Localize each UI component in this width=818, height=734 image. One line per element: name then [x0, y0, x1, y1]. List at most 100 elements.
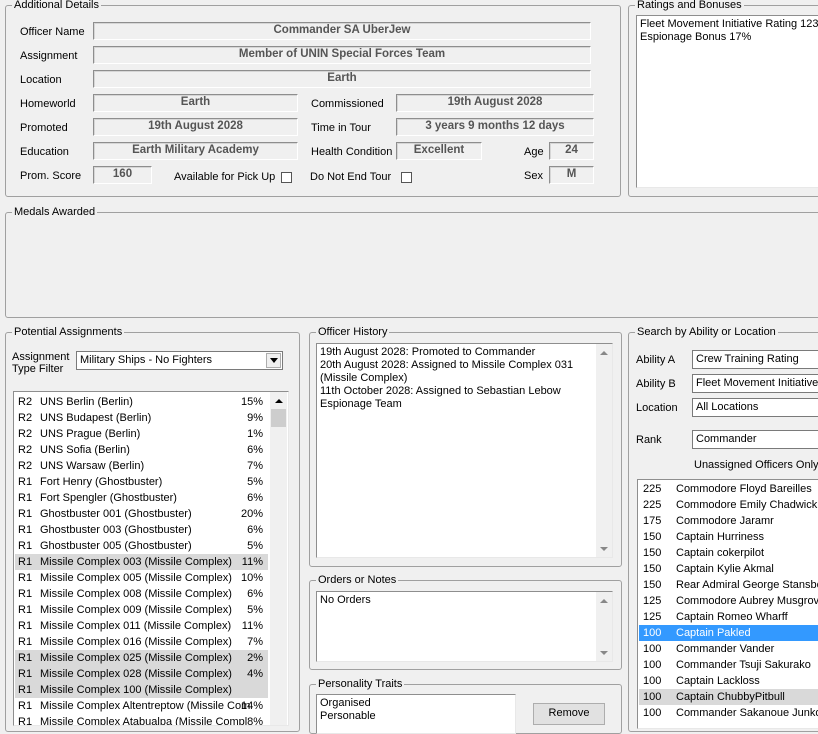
homeworld-field: Earth	[93, 94, 298, 112]
assignment-rank: R1	[18, 540, 33, 552]
assignment-row[interactable]: R2 UNS Prague (Berlin) 1%	[15, 426, 268, 442]
potential-assignments-list[interactable]: R2 UNS Berlin (Berlin) 15% R2 UNS Budapest (…	[13, 391, 289, 726]
assignment-name: Missile Complex 011 (Missile Complex)	[40, 620, 232, 632]
assignment-row[interactable]: R1 Missile Complex 100 (Missile Complex)	[15, 682, 268, 698]
officer-result-row[interactable]: 150 Captain cokerpilot	[639, 545, 818, 561]
medals-title: Medals Awarded	[12, 206, 98, 218]
assignment-row[interactable]: R1 Missile Complex 005 (Missile Complex) 1…	[15, 570, 268, 586]
officer-result-row[interactable]: 225 Commodore Emily Chadwick	[639, 497, 818, 513]
officer-score: 150	[643, 531, 662, 543]
no-end-tour-checkbox[interactable]	[401, 172, 412, 183]
assignment-row[interactable]: R1 Ghostbuster 001 (Ghostbuster) 20%	[15, 506, 268, 522]
assignment-row[interactable]: R2 UNS Budapest (Berlin) 9%	[15, 410, 268, 426]
assignment-rank: R2	[18, 396, 33, 408]
assignment-row[interactable]: R1 Missile Complex Altentreptow (Missile …	[15, 698, 268, 714]
officer-result-row[interactable]: 150 Rear Admiral George Stansbe	[639, 577, 818, 593]
assignment-row[interactable]: R1 Missile Complex 008 (Missile Complex) 6…	[15, 586, 268, 602]
officer-name: Captain Romeo Wharff	[676, 611, 788, 623]
officer-result-row[interactable]: 100 Captain ChubbyPitbull	[639, 689, 818, 705]
pickup-checkbox[interactable]	[281, 172, 292, 183]
scroll-thumb[interactable]	[271, 409, 286, 427]
assignment-row[interactable]: R1 Fort Henry (Ghostbuster) 5%	[15, 474, 268, 490]
assignment-row[interactable]: R1 Missile Complex 028 (Missile Complex) 4…	[15, 666, 268, 682]
no-end-tour-label: Do Not End Tour	[310, 171, 392, 183]
officer-result-row[interactable]: 100 Captain Lackloss	[639, 673, 818, 689]
officer-history-scrollbar[interactable]	[596, 344, 612, 557]
scroll-down-arrow-icon[interactable]	[596, 540, 612, 557]
assignment-pct: 2%	[247, 652, 263, 664]
assignment-row[interactable]: R1 Missile Complex Atabualpa (Missile Com…	[15, 714, 268, 726]
assignment-row[interactable]: R1 Missile Complex 009 (Missile Complex) 5…	[15, 602, 268, 618]
prom-score-field: 160	[93, 166, 152, 184]
officer-result-row[interactable]: 225 Commodore Floyd Bareilles	[639, 481, 818, 497]
location-select[interactable]: All Locations	[692, 398, 818, 417]
assignment-rank: R1	[18, 492, 33, 504]
assignment-type-filter-select[interactable]: Military Ships - No Fighters	[76, 351, 283, 370]
scroll-up-arrow-icon[interactable]	[270, 392, 287, 409]
assignment-name: Missile Complex 005 (Missile Complex)	[40, 572, 232, 584]
assignment-name: Ghostbuster 003 (Ghostbuster)	[40, 524, 192, 536]
scroll-up-arrow-icon[interactable]	[596, 344, 612, 361]
assignment-row[interactable]: R2 UNS Warsaw (Berlin) 7%	[15, 458, 268, 474]
officer-name: Captain cokerpilot	[676, 547, 765, 559]
officer-result-row[interactable]: 100 Commander Sakanoue Junko	[639, 705, 818, 721]
personality-box[interactable]: Organised Personable	[316, 694, 516, 734]
officer-result-row[interactable]: 150 Captain Kylie Akmal	[639, 561, 818, 577]
assignment-name: UNS Prague (Berlin)	[40, 428, 141, 440]
assignment-name: Fort Spengler (Ghostbuster)	[40, 492, 177, 504]
assignment-row[interactable]: R1 Missile Complex 003 (Missile Complex) 1…	[15, 554, 268, 570]
assignment-pct: 5%	[247, 476, 263, 488]
officer-result-row[interactable]: 125 Captain Romeo Wharff	[639, 609, 818, 625]
assignment-name: Missile Complex Atabualpa (Missile Compl	[40, 716, 248, 726]
officer-score: 175	[643, 515, 662, 527]
assignment-rank: R1	[18, 620, 33, 632]
education-label: Education	[20, 146, 69, 158]
rank-select[interactable]: Commander	[692, 430, 818, 449]
assignment-name: Missile Complex 100 (Missile Complex)	[40, 684, 232, 696]
time-in-tour-label: Time in Tour	[311, 122, 371, 134]
officer-result-row[interactable]: 100 Captain Pakled	[639, 625, 818, 641]
officer-name: Captain Pakled	[676, 627, 751, 639]
unassigned-label[interactable]: Unassigned Officers Only	[694, 458, 818, 472]
assignment-row[interactable]: R1 Missile Complex 016 (Missile Complex) 7…	[15, 634, 268, 650]
age-field: 24	[549, 142, 594, 160]
assignment-pct: 6%	[247, 492, 263, 504]
chevron-down-icon[interactable]	[266, 353, 281, 368]
assignment-row[interactable]: R1 Missile Complex 025 (Missile Complex) 2…	[15, 650, 268, 666]
assignment-row[interactable]: R1 Missile Complex 011 (Missile Complex) 1…	[15, 618, 268, 634]
assignment-pct: 5%	[247, 540, 263, 552]
officer-result-row[interactable]: 125 Commodore Aubrey Musgrove	[639, 593, 818, 609]
officer-search-results[interactable]: 225 Commodore Floyd Bareilles 225 Commodore…	[637, 479, 818, 729]
officer-history-box[interactable]: 19th August 2028: Promoted to Commander …	[316, 343, 613, 558]
officer-score: 150	[643, 579, 662, 591]
assignment-row[interactable]: R2 UNS Berlin (Berlin) 15%	[15, 394, 268, 410]
ratings-box[interactable]: Fleet Movement Initiative Rating 123 Esp…	[636, 15, 818, 188]
assignment-row[interactable]: R1 Ghostbuster 005 (Ghostbuster) 5%	[15, 538, 268, 554]
commissioned-field: 19th August 2028	[396, 94, 594, 112]
remove-button[interactable]: Remove	[533, 703, 605, 725]
assignment-rank: R1	[18, 556, 33, 568]
assignment-rank: R1	[18, 524, 33, 536]
ability-b-select[interactable]: Fleet Movement Initiative R	[692, 374, 818, 393]
ability-a-select[interactable]: Crew Training Rating	[692, 350, 818, 369]
officer-result-row[interactable]: 100 Commander Tsuji Sakurako	[639, 657, 818, 673]
assignment-row[interactable]: R1 Ghostbuster 003 (Ghostbuster) 6%	[15, 522, 268, 538]
officer-name: Commodore Floyd Bareilles	[676, 483, 812, 495]
orders-box[interactable]: No Orders	[316, 591, 613, 662]
potential-assignments-scrollbar[interactable]	[270, 392, 287, 725]
assignment-pct: 8%	[247, 716, 263, 726]
assignment-label: Assignment	[20, 50, 78, 62]
history-line: 11th October 2028: Assigned to Sebastian…	[320, 385, 561, 397]
potential-assignments-title: Potential Assignments	[12, 326, 125, 338]
scroll-down-arrow-icon[interactable]	[596, 644, 612, 661]
officer-result-row[interactable]: 150 Captain Hurriness	[639, 529, 818, 545]
assignment-row[interactable]: R1 Fort Spengler (Ghostbuster) 6%	[15, 490, 268, 506]
officer-result-row[interactable]: 100 Commander Vander	[639, 641, 818, 657]
officer-name: Captain Kylie Akmal	[676, 563, 774, 575]
officer-result-row[interactable]: 175 Commodore Jaramr	[639, 513, 818, 529]
ability-a-label: Ability A	[636, 354, 676, 366]
officer-name: Captain ChubbyPitbull	[676, 691, 785, 703]
assignment-row[interactable]: R2 UNS Sofia (Berlin) 6%	[15, 442, 268, 458]
scroll-up-arrow-icon[interactable]	[596, 592, 612, 609]
orders-scrollbar[interactable]	[596, 592, 612, 661]
